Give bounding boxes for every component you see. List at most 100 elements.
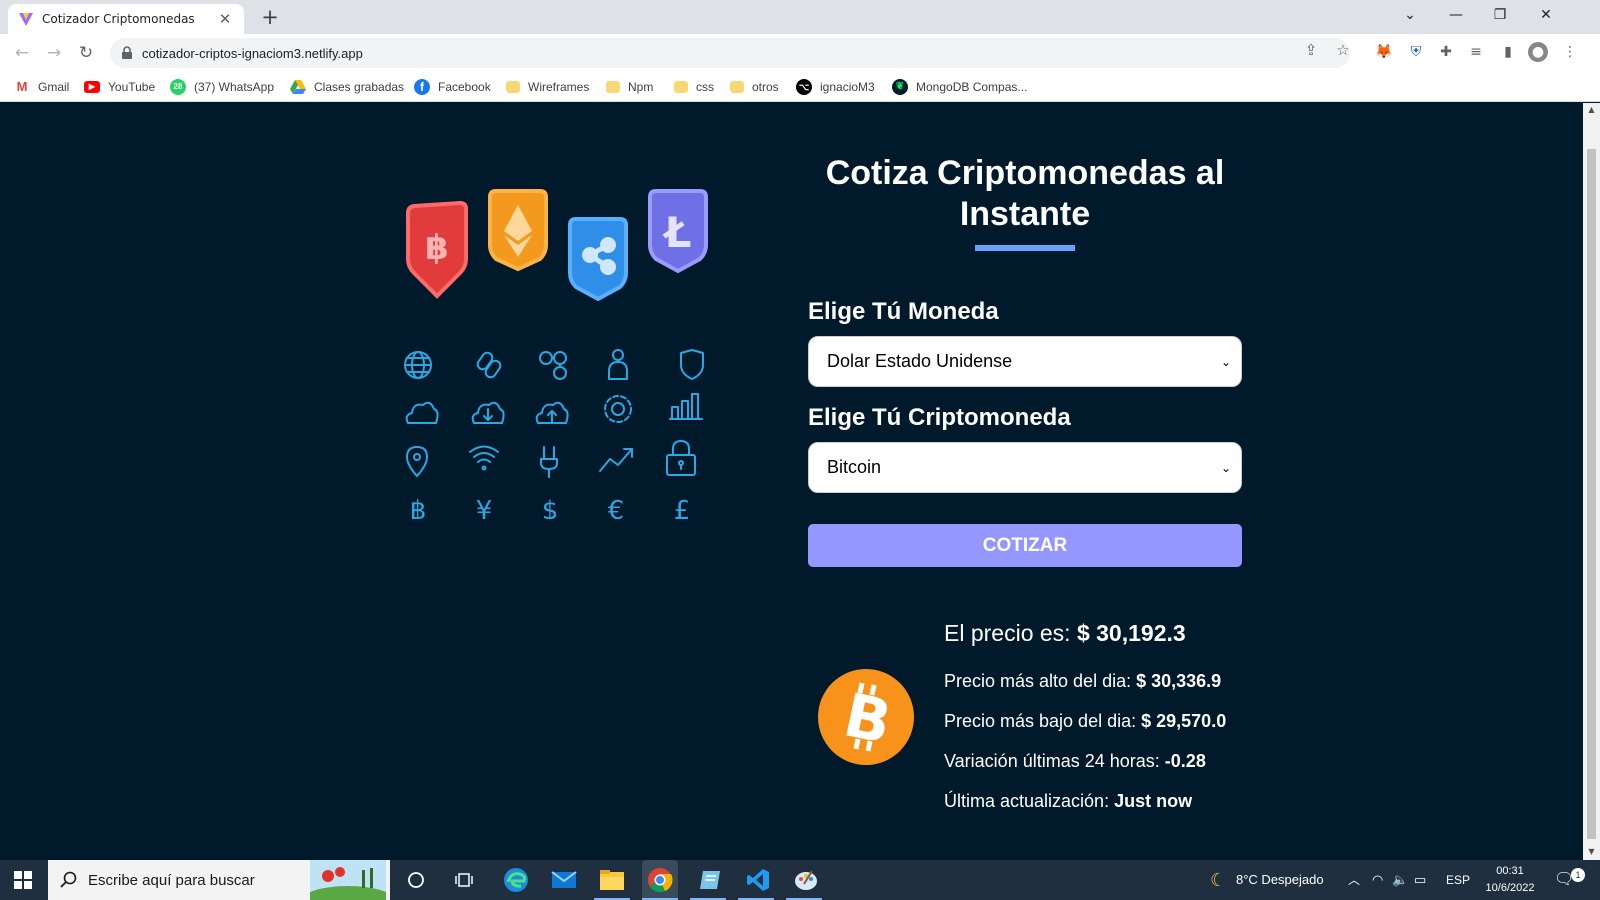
location-pin-icon [406,446,428,477]
metamask-icon[interactable]: 🦊 [1374,42,1394,62]
task-view-icon[interactable] [450,866,478,894]
media-control-icon[interactable]: ≡ [1466,42,1486,62]
bookmark-otros[interactable]: otros [730,78,779,96]
new-tab-button[interactable]: + [258,5,282,29]
search-icon [60,871,77,888]
bookmark-facebook[interactable]: f Facebook [414,78,491,96]
folder-icon [606,81,620,93]
plug-icon [540,446,558,478]
bitwarden-icon[interactable]: ⛨ [1406,42,1426,62]
low-row: Precio más bajo del dia: $ 29,570.0 [944,701,1274,741]
chevron-up-icon[interactable]: ︿ [1348,860,1360,900]
litecoin-badge-icon: Ł [648,189,708,274]
system-clock[interactable]: 00:31 10/6/2022 [1478,863,1542,897]
bookmark-star-icon[interactable]: ☆ [1334,41,1352,59]
bookmark-ignaciom3[interactable]: ⌥ ignacioM3 [796,78,875,96]
bookmark-youtube[interactable]: ▶ YouTube [84,78,155,96]
search-highlight-image [310,860,386,900]
chrome-icon[interactable] [642,860,678,900]
page-viewport: ฿ Ł ฿ ¥ $ € £ Cotiza Criptomonedas al In… [0,103,1583,860]
bookmark-label: ignacioM3 [820,80,875,94]
chevron-down-icon: ⌄ [1220,354,1231,369]
weather-text[interactable]: 8°C Despejado [1236,860,1324,900]
crypto-select[interactable]: Bitcoin ⌄ [808,442,1242,493]
minimize-button[interactable]: — [1434,0,1478,30]
bookmark-wireframes[interactable]: Wireframes [506,78,589,96]
low-value: $ 29,570.0 [1141,711,1227,731]
currency-select[interactable]: Dolar Estado Unidense ⌄ [808,336,1242,387]
bookmark-label: Clases grabadas [314,80,405,94]
title-underline [975,245,1075,251]
extensions-icon[interactable]: ✚ [1436,42,1456,62]
bookmark-clases-grabadas[interactable]: Clases grabadas [290,78,404,96]
cotizar-button[interactable]: COTIZAR [808,524,1242,567]
cloud-icon [405,401,439,424]
bookmark-label: YouTube [108,80,156,94]
back-button[interactable]: ← [10,41,34,65]
profile-avatar[interactable]: ● [1528,42,1548,62]
price-value: $ 30,192.3 [1076,620,1186,646]
close-window-button[interactable]: ✕ [1524,0,1568,30]
side-panel-icon[interactable]: ▮ [1498,42,1518,62]
bitcoin-logo-icon: B [818,669,914,765]
browser-toolbar: ← → ↻ cotizador-criptos-ignaciom3.netlif… [0,34,1600,72]
bookmark-npm[interactable]: Npm [606,78,653,96]
high-value: $ 30,336.9 [1136,671,1222,691]
reload-button[interactable]: ↻ [74,41,98,65]
windows-start-icon[interactable] [14,871,32,889]
address-bar[interactable]: cotizador-criptos-ignaciom3.netlify.app [110,38,1350,68]
svg-text:Ł: Ł [663,208,692,257]
notes-app-icon[interactable] [696,866,724,894]
bookmark-label: css [696,80,714,94]
quote-result: B El precio es: $ 30,192.3 Precio más al… [808,613,1268,833]
updated-row: Última actualización: Just now [944,781,1274,821]
tab-search-icon[interactable]: ⌄ [1388,0,1432,30]
whatsapp-icon: 28 [170,79,186,95]
trending-up-icon [599,448,633,472]
browser-tab[interactable]: Cotizador Criptomonedas ✕ [8,4,244,34]
bookmark-whatsapp[interactable]: 28 (37) WhatsApp [170,78,274,96]
shield-icon [680,349,704,380]
mongodb-icon: ❦ [892,79,908,95]
tab-close-icon[interactable]: ✕ [216,10,234,28]
wifi-icon [469,445,499,471]
scroll-up-icon[interactable]: ▲ [1587,105,1596,114]
edge-icon[interactable] [502,866,530,894]
moon-weather-icon[interactable]: ☾ [1210,860,1226,900]
notification-center-icon[interactable]: 🗨 [1554,860,1574,900]
change-value: -0.28 [1164,751,1206,771]
share-icon[interactable]: ⇪ [1302,41,1320,59]
currency-label: Elige Tú Moneda [808,298,999,325]
vscode-icon[interactable] [744,866,772,894]
taskbar-search[interactable]: Escribe aquí para buscar [48,860,390,900]
file-explorer-icon[interactable] [598,866,626,894]
cortana-icon[interactable] [402,866,430,894]
language-indicator[interactable]: ESP [1446,860,1470,900]
bookmark-label: Wireframes [528,80,590,94]
paint-icon[interactable] [792,866,820,894]
search-placeholder: Escribe aquí para buscar [88,871,255,889]
scroll-down-icon[interactable]: ▼ [1587,847,1596,856]
bookmark-mongodb[interactable]: ❦ MongoDB Compas... [892,78,1027,96]
network-wifi-icon[interactable]: ◠ [1372,860,1383,900]
restore-button[interactable]: ❐ [1478,0,1522,30]
dollar-icon: $ [542,496,559,519]
bitcoin-badge-icon: ฿ [406,200,468,299]
forward-button[interactable]: → [42,41,66,65]
bookmark-gmail[interactable]: M Gmail [14,78,69,96]
bookmark-label: Gmail [38,80,70,94]
browser-menu-icon[interactable]: ⋮ [1560,42,1580,62]
scrollbar-thumb[interactable] [1587,149,1596,839]
euro-icon: € [608,496,625,519]
volume-icon[interactable]: 🔈 [1392,860,1408,900]
page-title: Cotiza Criptomonedas al Instante [825,154,1225,233]
updated-value: Just now [1114,791,1193,811]
battery-icon[interactable]: ▭ [1414,860,1426,900]
notification-count-badge: 1 [1571,868,1585,882]
bookmark-css[interactable]: css [674,78,714,96]
crypto-label: Elige Tú Criptomoneda [808,404,1071,431]
gear-icon [604,395,632,423]
mail-icon[interactable] [550,866,578,894]
folder-icon [674,81,688,93]
page-scrollbar[interactable]: ▲ ▼ [1583,103,1600,860]
